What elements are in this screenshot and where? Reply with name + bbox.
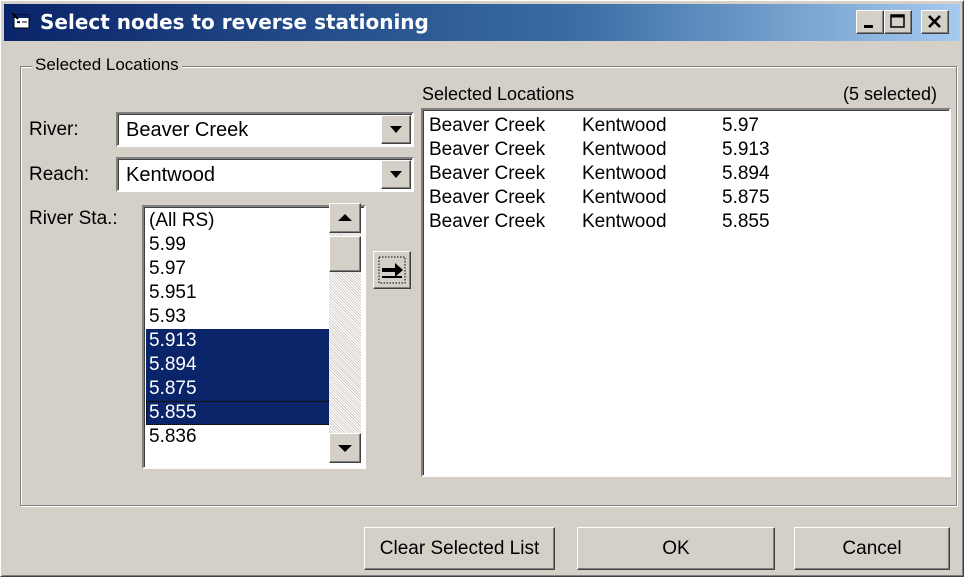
- river-station-item[interactable]: 5.951: [146, 281, 333, 305]
- scroll-up-button[interactable]: [329, 203, 361, 233]
- row-rs: 5.855: [722, 211, 770, 232]
- row-river: Beaver Creek: [429, 187, 546, 208]
- row-river: Beaver Creek: [429, 163, 546, 184]
- minimize-button[interactable]: [856, 10, 884, 34]
- river-station-item-selected[interactable]: 5.894: [146, 353, 333, 377]
- river-dropdown-button[interactable]: [381, 115, 411, 144]
- river-station-item[interactable]: 5.97: [146, 257, 333, 281]
- reach-dropdown-button[interactable]: [381, 160, 411, 189]
- maximize-button[interactable]: [884, 10, 912, 34]
- row-rs: 5.913: [722, 139, 770, 160]
- river-station-item[interactable]: (All RS): [146, 209, 333, 233]
- selected-locations-header: Selected Locations: [422, 84, 575, 104]
- selected-locations-list[interactable]: Beaver Creek Kentwood 5.97 Beaver Creek …: [421, 108, 951, 477]
- minimize-icon: [864, 25, 873, 28]
- river-station-item-selected[interactable]: 5.913: [146, 329, 333, 353]
- row-rs: 5.875: [722, 187, 770, 208]
- row-reach: Kentwood: [582, 115, 667, 136]
- scroll-thumb[interactable]: [329, 236, 361, 272]
- row-reach: Kentwood: [582, 139, 667, 160]
- ok-button[interactable]: OK: [577, 527, 775, 570]
- reach-label: Reach:: [29, 164, 90, 185]
- river-station-item[interactable]: 5.99: [146, 233, 333, 257]
- river-station-scrollbar[interactable]: [329, 203, 361, 463]
- close-icon: [928, 15, 941, 28]
- row-reach: Kentwood: [582, 211, 667, 232]
- reach-dropdown[interactable]: Kentwood: [116, 157, 414, 192]
- window-title: Select nodes to reverse stationing: [40, 10, 429, 34]
- river-value: Beaver Creek: [126, 119, 249, 141]
- add-to-selected-button[interactable]: [373, 251, 411, 289]
- scroll-down-button[interactable]: [329, 433, 361, 463]
- chevron-down-icon: [390, 126, 402, 133]
- row-rs: 5.97: [722, 115, 759, 136]
- river-station-item-selected[interactable]: 5.855: [146, 401, 333, 425]
- maximize-icon: [890, 14, 905, 28]
- row-river: Beaver Creek: [429, 115, 546, 136]
- row-river: Beaver Creek: [429, 139, 546, 160]
- row-reach: Kentwood: [582, 187, 667, 208]
- row-reach: Kentwood: [582, 163, 667, 184]
- selected-count: (5 selected): [843, 84, 938, 104]
- river-station-item-selected[interactable]: 5.875: [146, 377, 333, 401]
- river-station-label: River Sta.:: [29, 208, 118, 229]
- chevron-down-icon: [390, 171, 402, 178]
- dialog-window: Select nodes to reverse stationing Selec…: [0, 0, 964, 577]
- group-legend: Selected Locations: [32, 54, 182, 76]
- river-station-item[interactable]: 5.93: [146, 305, 333, 329]
- cancel-button[interactable]: Cancel: [794, 527, 950, 570]
- title-bar[interactable]: Select nodes to reverse stationing: [4, 4, 960, 41]
- river-station-item[interactable]: 5.836: [146, 425, 333, 449]
- clear-selected-list-button[interactable]: Clear Selected List: [364, 527, 555, 570]
- river-label: River:: [29, 119, 79, 140]
- dialog-window-icon: [11, 12, 32, 31]
- arrow-right-icon: [378, 256, 406, 284]
- scroll-up-arrow-icon: [338, 214, 352, 221]
- scroll-down-arrow-icon: [338, 445, 352, 452]
- row-river: Beaver Creek: [429, 211, 546, 232]
- close-button[interactable]: [921, 10, 949, 34]
- river-dropdown[interactable]: Beaver Creek: [116, 112, 414, 147]
- row-rs: 5.894: [722, 163, 770, 184]
- reach-value: Kentwood: [126, 164, 215, 186]
